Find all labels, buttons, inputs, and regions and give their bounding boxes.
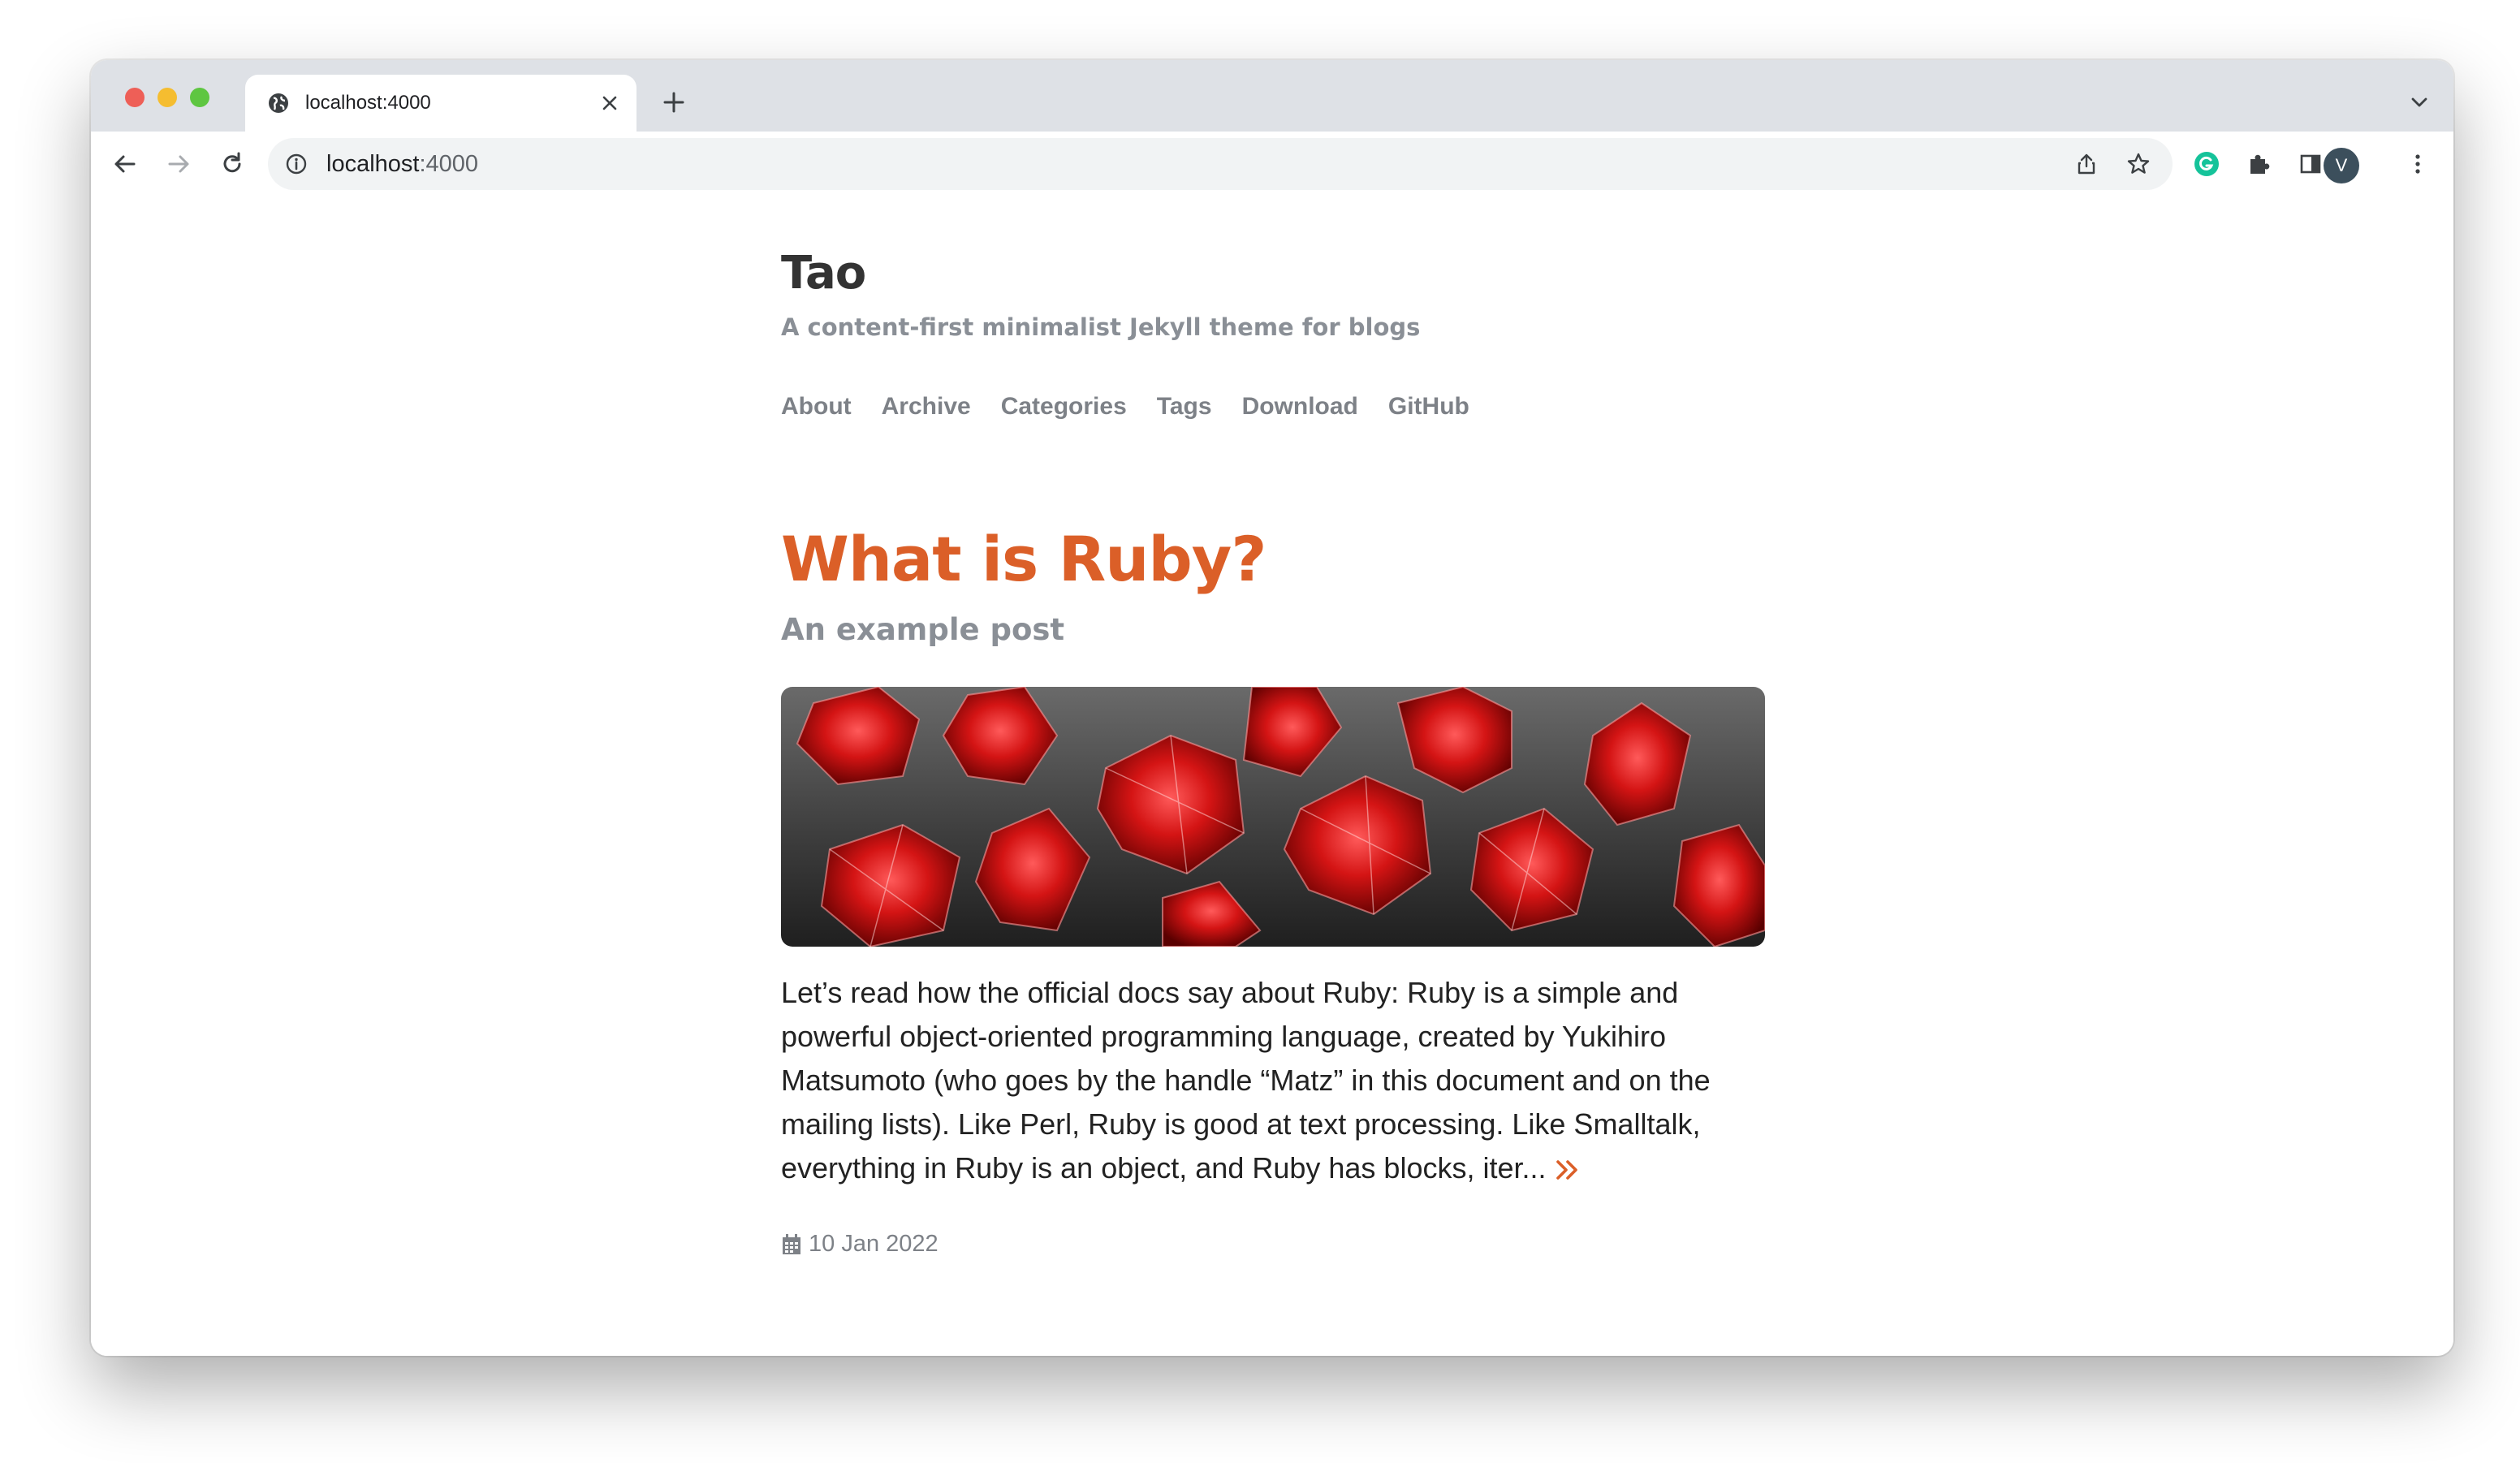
tab-strip: localhost:4000 <box>91 60 2453 132</box>
forward-arrow-icon[interactable] <box>158 143 200 185</box>
site-description: A content-first minimalist Jekyll theme … <box>781 313 1421 341</box>
tab-title: localhost:4000 <box>305 92 431 114</box>
gemstones-illustration <box>796 687 1765 947</box>
post-title[interactable]: What is Ruby? <box>781 523 1266 595</box>
browser-window: localhost:4000 localhost:4000 V Tao A co… <box>91 60 2453 1356</box>
nav-download[interactable]: Download <box>1242 393 1358 421</box>
close-window-button[interactable] <box>125 88 145 107</box>
globe-icon <box>266 91 291 115</box>
post-excerpt-text: Let’s read how the official docs say abo… <box>781 976 1711 1185</box>
tab-search-chevron-icon[interactable] <box>2406 89 2432 115</box>
share-icon[interactable] <box>2065 143 2108 185</box>
url-port: :4000 <box>419 150 479 177</box>
active-tab[interactable]: localhost:4000 <box>245 75 636 132</box>
kebab-menu-icon[interactable] <box>2397 143 2439 185</box>
post-subtitle: An example post <box>781 612 1065 647</box>
post-date: 10 Jan 2022 <box>781 1231 939 1258</box>
new-tab-plus-icon[interactable] <box>659 88 688 117</box>
nav-categories[interactable]: Categories <box>1001 393 1127 421</box>
back-arrow-icon[interactable] <box>104 143 146 185</box>
post-image-red-gemstones[interactable] <box>781 687 1765 947</box>
post-excerpt: Let’s read how the official docs say abo… <box>781 971 1771 1190</box>
site-info-icon[interactable] <box>284 152 309 176</box>
double-chevron-right-icon[interactable] <box>1553 1155 1582 1185</box>
nav-tags[interactable]: Tags <box>1157 393 1212 421</box>
page-content: Tao A content-first minimalist Jekyll th… <box>91 190 2453 1356</box>
nav-archive[interactable]: Archive <box>882 393 971 421</box>
url-host: localhost <box>326 150 420 177</box>
site-nav: About Archive Categories Tags Download G… <box>781 393 1499 421</box>
extensions-puzzle-icon[interactable] <box>2237 143 2280 185</box>
post-date-text: 10 Jan 2022 <box>809 1231 939 1257</box>
minimize-window-button[interactable] <box>158 88 177 107</box>
zoom-window-button[interactable] <box>190 88 209 107</box>
reload-icon[interactable] <box>211 143 253 185</box>
profile-avatar[interactable]: V <box>2324 148 2359 183</box>
address-bar[interactable]: localhost:4000 <box>268 138 2173 190</box>
bookmark-star-icon[interactable] <box>2117 143 2160 185</box>
nav-about[interactable]: About <box>781 393 852 421</box>
nav-github[interactable]: GitHub <box>1388 393 1469 421</box>
site-title[interactable]: Tao <box>781 247 866 300</box>
tab-close-icon[interactable] <box>598 91 622 115</box>
calendar-icon <box>781 1233 802 1256</box>
grammarly-extension-icon[interactable] <box>2186 143 2228 185</box>
address-url[interactable]: localhost:4000 <box>326 151 478 178</box>
